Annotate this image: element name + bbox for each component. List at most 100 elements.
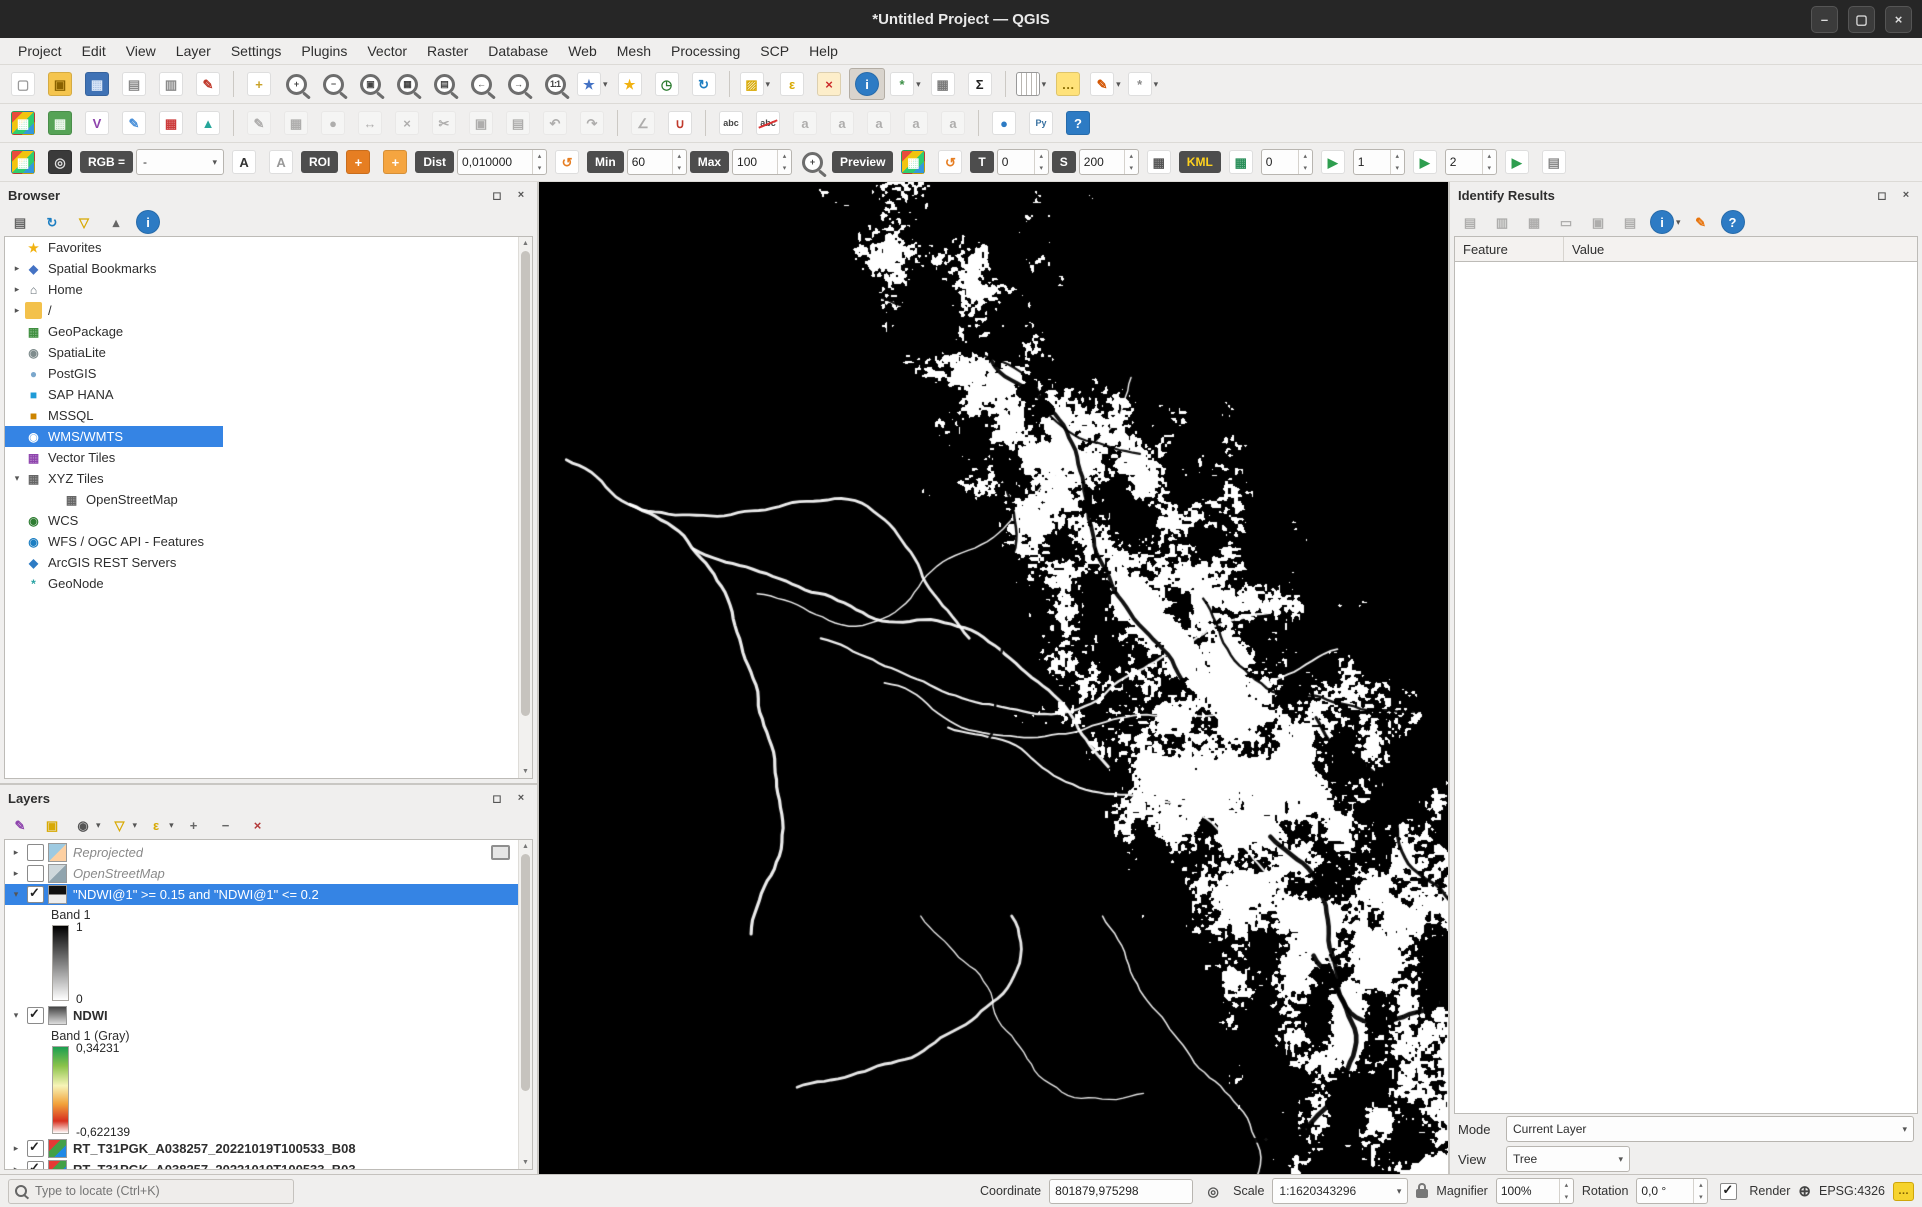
zoom-native-icon[interactable]: 1:1 [538,69,572,99]
map-tips-icon[interactable]: … [1051,69,1085,99]
column-header-feature[interactable]: Feature [1455,237,1564,261]
layer-checkbox[interactable] [27,1140,44,1157]
scp-preview-rgb-icon[interactable]: ▦ [896,147,930,177]
scp-signature-icon[interactable]: ◎ [43,147,77,177]
scrollbar-thumb[interactable] [521,251,530,716]
scp-band3-input[interactable]: ▴▾ [1445,149,1497,175]
filter-browser-icon[interactable]: ▽ [70,210,98,234]
annotations-icon[interactable]: ✎ [1088,69,1123,99]
collapse-all-icon[interactable]: ▴ [102,210,130,234]
browser-item[interactable]: ▸ / [5,300,209,321]
browser-item[interactable]: ◉ SpatiaLite [5,342,209,363]
browser-item[interactable]: ◉ WFS / OGC API - Features [5,531,209,552]
menu-item[interactable]: Mesh [607,42,661,60]
filter-legend-icon[interactable]: ▽ [107,813,140,837]
scp-band1-input[interactable]: ▴▾ [1261,149,1313,175]
refresh-map-icon[interactable]: ↻ [687,69,721,99]
new-print-layout-icon[interactable]: ▤ [117,69,151,99]
new-mesh-layer-icon[interactable]: ▲ [191,108,225,138]
add-group-icon[interactable]: ▣ [38,813,66,837]
zoom-to-layer-icon[interactable]: ▤ [427,69,461,99]
new-spatialite-layer-icon[interactable]: ✎ [117,108,151,138]
view-combo[interactable]: Tree▾ [1506,1146,1630,1172]
scale-combo[interactable]: 1:1620343296▾ [1272,1178,1408,1204]
scrollbar-thumb[interactable] [521,854,530,1091]
expand-arrow-icon[interactable]: ▸ [9,1143,23,1154]
panel-float-icon[interactable]: ◻ [489,790,505,806]
scp-s-input[interactable]: ▴▾ [1079,149,1139,175]
scp-band3-arrow-icon[interactable]: ▶ [1500,147,1534,177]
menu-item[interactable]: Help [799,42,848,60]
move-feature-icon[interactable]: ↔ [353,108,387,138]
scp-band2-arrow-icon[interactable]: ▶ [1408,147,1442,177]
expand-arrow-icon[interactable]: ▸ [9,284,25,295]
copy-feature-icon[interactable]: ▣ [1584,210,1612,234]
layer-checkbox[interactable] [27,1161,44,1170]
copy-features-icon[interactable]: ▣ [464,108,498,138]
panel-close-icon[interactable]: × [1898,187,1914,203]
scroll-down-icon[interactable]: ▼ [519,1156,532,1169]
identify-features-icon[interactable]: i [849,68,885,100]
show-layout-manager-icon[interactable]: ▥ [154,69,188,99]
delete-selected-icon[interactable]: × [390,108,424,138]
expand-arrow-icon[interactable]: ▸ [9,1164,23,1170]
scale-lock-icon[interactable] [1416,1189,1428,1198]
open-layer-styling-icon[interactable]: ✎ [6,813,34,837]
expand-arrow-icon[interactable]: ▾ [9,889,23,900]
deselect-features-icon[interactable]: × [812,69,846,99]
pan-map-icon[interactable]: + [242,69,276,99]
menu-item[interactable]: Layer [166,42,221,60]
zoom-next-icon[interactable]: → [501,69,535,99]
render-checkbox[interactable] [1720,1183,1737,1200]
minimize-button[interactable]: – [1811,6,1838,33]
identify-help-icon[interactable]: ? [1719,210,1747,234]
clear-results-icon[interactable]: ▭ [1552,210,1580,234]
filter-expression-icon[interactable]: ε [143,813,176,837]
statistical-summary-icon[interactable]: Σ [963,69,997,99]
expand-arrow-icon[interactable]: ▸ [9,305,25,316]
scp-roi-pointer-icon[interactable]: + [341,147,375,177]
layer-checkbox[interactable] [27,1007,44,1024]
browser-item[interactable]: ★ Favorites [5,237,209,258]
help-icon[interactable]: ? [1061,108,1095,138]
snapping-icon[interactable]: ∪ [663,108,697,138]
select-by-expression-icon[interactable]: ε [775,69,809,99]
scp-stretch-std-icon[interactable]: A [264,147,298,177]
toggle-editing-icon[interactable]: ✎ [242,108,276,138]
new-project-icon[interactable]: ▢ [6,69,40,99]
browser-item[interactable]: ▦ GeoPackage [5,321,209,342]
expand-arrow-icon[interactable]: ▾ [9,473,25,484]
panel-close-icon[interactable]: × [513,790,529,806]
save-project-icon[interactable]: ▦ [80,69,114,99]
locate-input[interactable] [33,1183,287,1199]
scp-rgb-combo[interactable]: -▾ [136,149,224,175]
open-attribute-table-icon[interactable]: ▦ [926,69,960,99]
menu-item[interactable]: Edit [72,42,116,60]
scp-t-input[interactable]: ▴▾ [997,149,1049,175]
scp-bandset-icon[interactable]: ▦ [6,147,40,177]
paste-features-icon[interactable]: ▤ [501,108,535,138]
browser-scrollbar[interactable]: ▲ ▼ [518,237,532,778]
layer-item[interactable]: ▸ Reprojected [5,842,532,863]
scp-dist-input[interactable]: ▴▾ [457,149,547,175]
temporal-controller-icon[interactable]: ◷ [650,69,684,99]
mode-combo[interactable]: Current Layer▾ [1506,1116,1914,1142]
scp-table-icon[interactable]: ▦ [1224,147,1258,177]
browser-item[interactable]: ◆ ArcGIS REST Servers [5,552,209,573]
messages-icon[interactable]: … [1893,1182,1914,1201]
zoom-out-icon[interactable]: − [316,69,350,99]
zoom-to-selection-icon[interactable]: ▦ [390,69,424,99]
scroll-down-icon[interactable]: ▼ [519,765,532,778]
panel-float-icon[interactable]: ◻ [1874,187,1890,203]
show-bookmarks-icon[interactable]: ★ [613,69,647,99]
expand-new-results-icon[interactable]: ▦ [1520,210,1548,234]
remove-layer-icon[interactable]: × [244,813,272,837]
zoom-full-icon[interactable]: ▣ [353,69,387,99]
layer-item[interactable]: ▸ RT_T31PGK_A038257_20221019T100533_B08 [5,1138,532,1159]
undo-icon[interactable]: ↶ [538,108,572,138]
expand-all-icon[interactable]: + [180,813,208,837]
refresh-browser-icon[interactable]: ↻ [38,210,66,234]
browser-item[interactable]: ■ MSSQL [5,405,209,426]
browser-item[interactable]: ▦ OpenStreetMap [5,489,247,510]
settings-gear-icon[interactable]: * [1126,69,1161,99]
